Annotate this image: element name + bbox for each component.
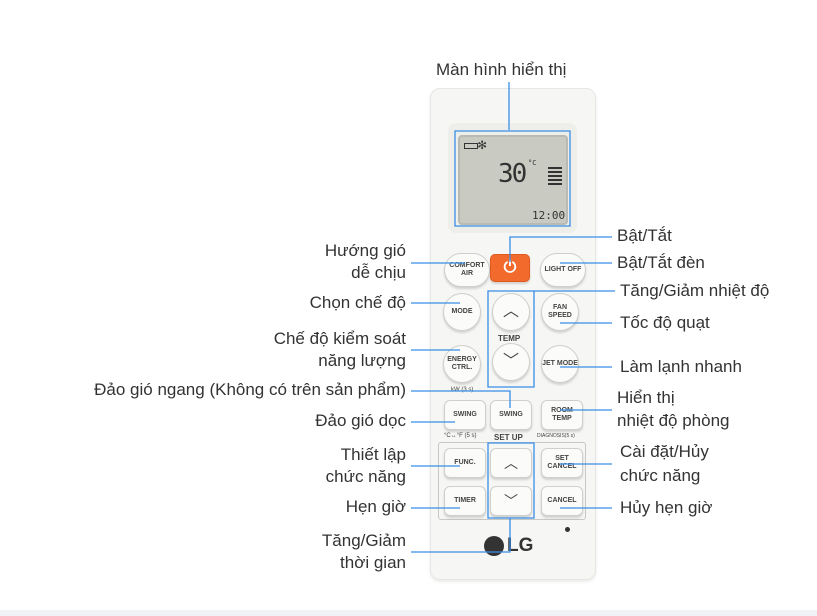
label-set-2: chức năng <box>620 466 701 485</box>
time-line <box>411 442 535 553</box>
label-func-1: Thiết lập <box>340 445 406 464</box>
power-line <box>509 236 612 262</box>
label-vswing: Đảo gió dọc <box>315 411 406 430</box>
footer-strip <box>0 610 817 616</box>
label-display: Màn hình hiển thị <box>436 60 567 79</box>
label-set-1: Cài đặt/Hủy <box>620 442 709 461</box>
hswing-line <box>411 390 511 408</box>
label-light: Bật/Tắt đèn <box>617 253 705 272</box>
label-mode: Chọn chế độ <box>309 293 406 312</box>
label-func-2: chức năng <box>325 467 406 486</box>
label-room-1: Hiển thị <box>617 388 675 407</box>
label-comfort-1: Hướng gió <box>324 241 406 260</box>
label-timer: Hẹn giờ <box>345 497 406 516</box>
label-time-2: thời gian <box>340 553 406 572</box>
label-cancel-timer: Hủy hẹn giờ <box>620 498 713 517</box>
label-temp: Tăng/Giảm nhiệt độ <box>620 281 770 300</box>
label-power: Bật/Tắt <box>617 226 672 245</box>
label-energy-2: năng lượng <box>318 351 406 370</box>
display-line <box>454 82 571 227</box>
label-hswing: Đảo gió ngang (Không có trên sản phẩm) <box>94 380 406 399</box>
label-jet: Làm lạnh nhanh <box>620 357 742 376</box>
temp-line <box>487 290 615 388</box>
label-time-1: Tăng/Giảm <box>321 531 406 550</box>
leader-lines <box>411 82 615 553</box>
label-energy-1: Chế độ kiểm soát <box>273 329 406 348</box>
label-comfort-2: dễ chịu <box>351 263 406 282</box>
label-room-2: nhiệt độ phòng <box>617 411 730 430</box>
label-fan: Tốc độ quạt <box>620 313 710 332</box>
